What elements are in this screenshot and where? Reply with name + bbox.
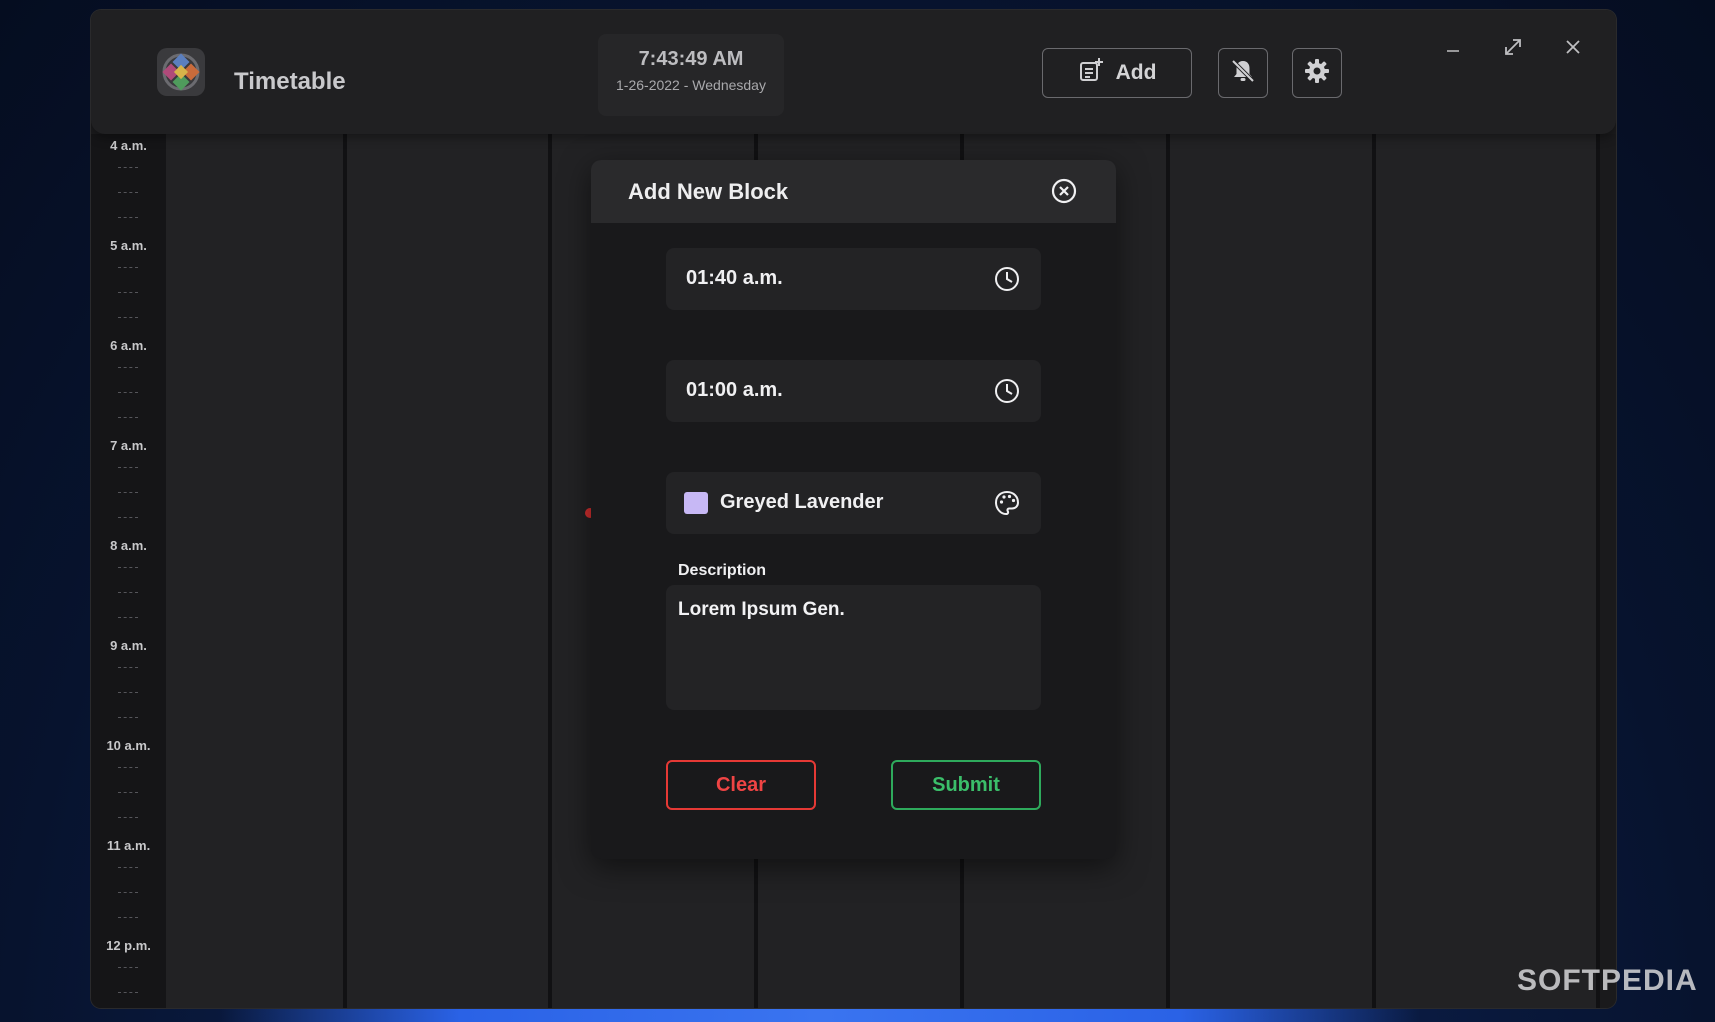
dialog-close-button[interactable] (1050, 177, 1078, 205)
quarter-hour-tick (118, 767, 138, 768)
hour-label: 11 a.m. (106, 838, 151, 853)
quarter-hour-tick (118, 892, 138, 893)
day-column-1[interactable] (166, 134, 343, 1008)
add-note-icon (1078, 57, 1104, 89)
add-block-button[interactable]: Add (1042, 48, 1192, 98)
add-block-dialog: Add New Block 01:40 a.m. 01:00 a.m. Grey… (591, 160, 1116, 859)
clock-display: 7:43:49 AM 1-26-2022 - Wednesday (598, 34, 784, 116)
hour-label: 4 a.m. (110, 138, 147, 153)
quarter-hour-tick (118, 192, 138, 193)
end-time-field[interactable]: 01:00 a.m. (666, 360, 1041, 422)
quarter-hour-tick (118, 167, 138, 168)
quarter-hour-tick (118, 367, 138, 368)
hour-label: 6 a.m. (110, 338, 147, 353)
close-window-button[interactable] (1560, 36, 1586, 62)
day-column-edge (1600, 134, 1616, 1008)
submit-button[interactable]: Submit (891, 760, 1041, 810)
color-picker-field[interactable]: Greyed Lavender (666, 472, 1041, 534)
start-time-value: 01:40 a.m. (686, 267, 783, 289)
quarter-hour-tick (118, 267, 138, 268)
settings-button[interactable] (1292, 48, 1342, 98)
quarter-hour-tick (118, 967, 138, 968)
clock-icon[interactable] (993, 377, 1021, 405)
quarter-hour-tick (118, 317, 138, 318)
quarter-hour-tick (118, 667, 138, 668)
quarter-hour-tick (118, 917, 138, 918)
palette-icon[interactable] (993, 489, 1021, 517)
bell-off-icon (1230, 58, 1256, 89)
quarter-hour-tick (118, 292, 138, 293)
hour-label: 10 a.m. (106, 738, 151, 753)
app-title: Timetable (234, 68, 346, 95)
watermark: SOFTPEDIA (1517, 964, 1698, 997)
add-button-label: Add (1115, 61, 1157, 84)
hour-label: 5 a.m. (110, 238, 147, 253)
clock-icon[interactable] (993, 265, 1021, 293)
day-column-2[interactable] (347, 134, 548, 1008)
quarter-hour-tick (118, 792, 138, 793)
description-input[interactable]: Lorem Ipsum Gen. (666, 585, 1041, 710)
gear-icon (1303, 57, 1331, 90)
dialog-header: Add New Block (591, 160, 1116, 223)
quarter-hour-tick (118, 592, 138, 593)
quarter-hour-tick (118, 517, 138, 518)
notifications-toggle-button[interactable] (1218, 48, 1268, 98)
quarter-hour-tick (118, 817, 138, 818)
quarter-hour-tick (118, 467, 138, 468)
minimize-button[interactable] (1440, 36, 1466, 62)
day-column-7[interactable] (1376, 134, 1596, 1008)
clock-date: 1-26-2022 - Wednesday (616, 77, 766, 93)
time-ruler: 4 a.m. 5 a.m. 6 a.m. 7 a.m. 8 a.m. 9 a.m. 10 a… (91, 134, 166, 1008)
quarter-hour-tick (118, 217, 138, 218)
hour-label: 8 a.m. (110, 538, 147, 553)
quarter-hour-tick (118, 867, 138, 868)
maximize-button[interactable] (1500, 36, 1526, 62)
app-logo-icon (157, 48, 205, 96)
close-icon (1564, 38, 1582, 61)
quarter-hour-tick (118, 567, 138, 568)
quarter-hour-tick (118, 992, 138, 993)
description-label: Description (678, 562, 767, 579)
hour-label: 9 a.m. (110, 638, 147, 653)
color-swatch (684, 492, 708, 514)
dialog-title: Add New Block (628, 179, 789, 204)
color-name: Greyed Lavender (720, 491, 884, 513)
expand-icon (1502, 36, 1524, 63)
end-time-value: 01:00 a.m. (686, 379, 783, 401)
quarter-hour-tick (118, 717, 138, 718)
quarter-hour-tick (118, 492, 138, 493)
close-circle-icon (1050, 178, 1078, 209)
minimize-icon (1445, 39, 1461, 60)
quarter-hour-tick (118, 417, 138, 418)
clear-button[interactable]: Clear (666, 760, 816, 810)
hour-label: 7 a.m. (110, 438, 147, 453)
start-time-field[interactable]: 01:40 a.m. (666, 248, 1041, 310)
quarter-hour-tick (118, 692, 138, 693)
quarter-hour-tick (118, 617, 138, 618)
title-bar: Timetable 7:43:49 AM 1-26-2022 - Wednesd… (91, 10, 1616, 134)
hour-label: 12 p.m. (106, 938, 151, 953)
clock-time: 7:43:49 AM (638, 48, 744, 70)
quarter-hour-tick (118, 392, 138, 393)
day-column-6[interactable] (1170, 134, 1372, 1008)
